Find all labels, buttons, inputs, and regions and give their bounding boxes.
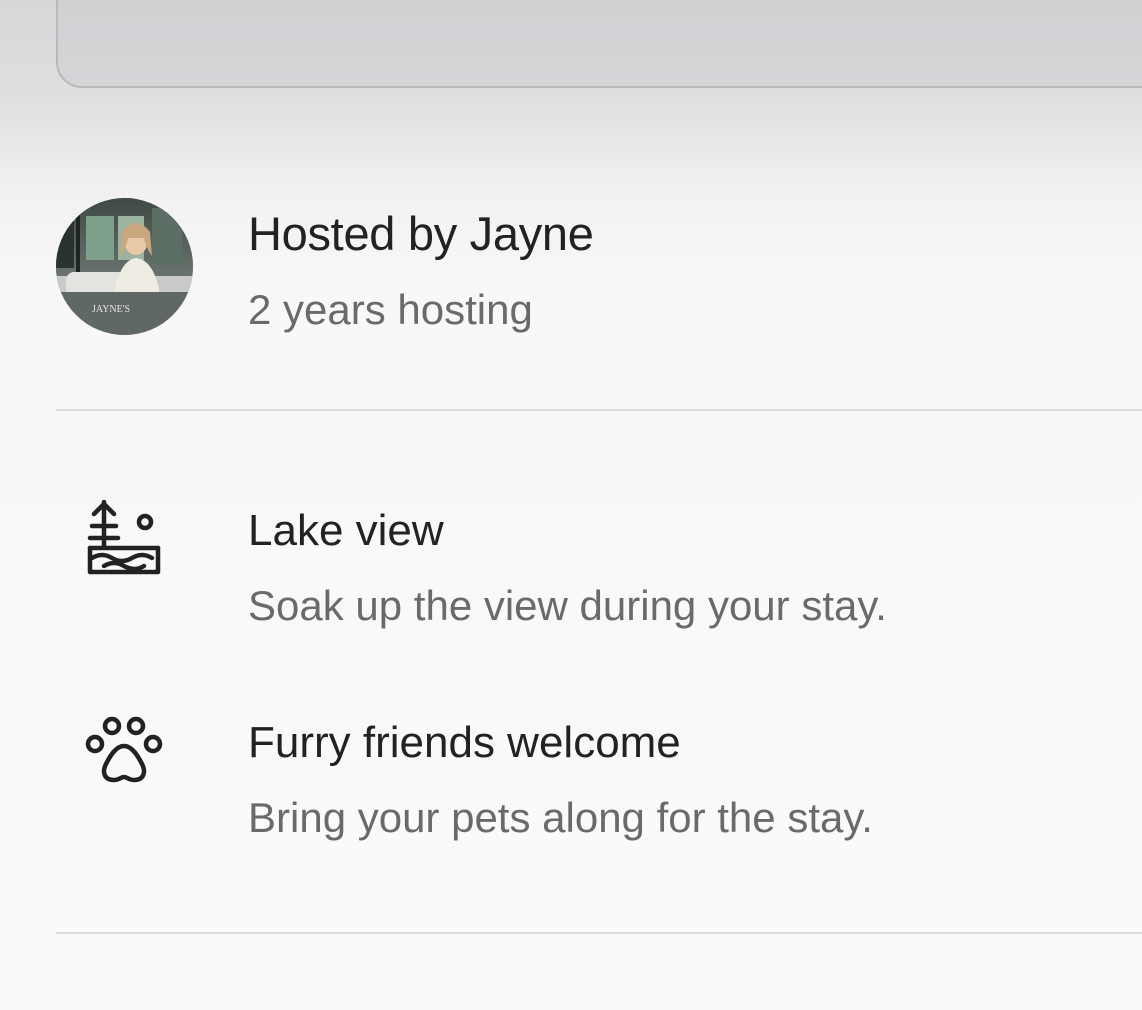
lake-view-icon xyxy=(84,499,164,580)
section-divider xyxy=(56,932,1142,934)
top-card[interactable] xyxy=(56,0,1142,88)
host-section[interactable]: JAYNE'S Hosted by Jayne 2 years hosting xyxy=(56,198,1142,338)
feature-lake-view: Lake view Soak up the view during your s… xyxy=(56,499,1142,640)
feature-title: Furry friends welcome xyxy=(248,718,681,767)
host-name: Hosted by Jayne xyxy=(248,207,594,260)
paw-icon xyxy=(84,712,164,792)
feature-title: Lake view xyxy=(248,506,444,555)
section-divider xyxy=(56,409,1142,411)
host-avatar[interactable]: JAYNE'S xyxy=(56,198,193,335)
avatar-caption: JAYNE'S xyxy=(92,304,130,315)
feature-description: Soak up the view during your stay. xyxy=(248,582,887,629)
hosting-duration: 2 years hosting xyxy=(248,286,533,333)
feature-description: Bring your pets along for the stay. xyxy=(248,794,873,841)
listing-details-page: JAYNE'S Hosted by Jayne 2 years hosting … xyxy=(0,0,1142,1010)
host-photo: JAYNE'S xyxy=(56,198,193,335)
feature-pets: Furry friends welcome Bring your pets al… xyxy=(56,712,1142,852)
